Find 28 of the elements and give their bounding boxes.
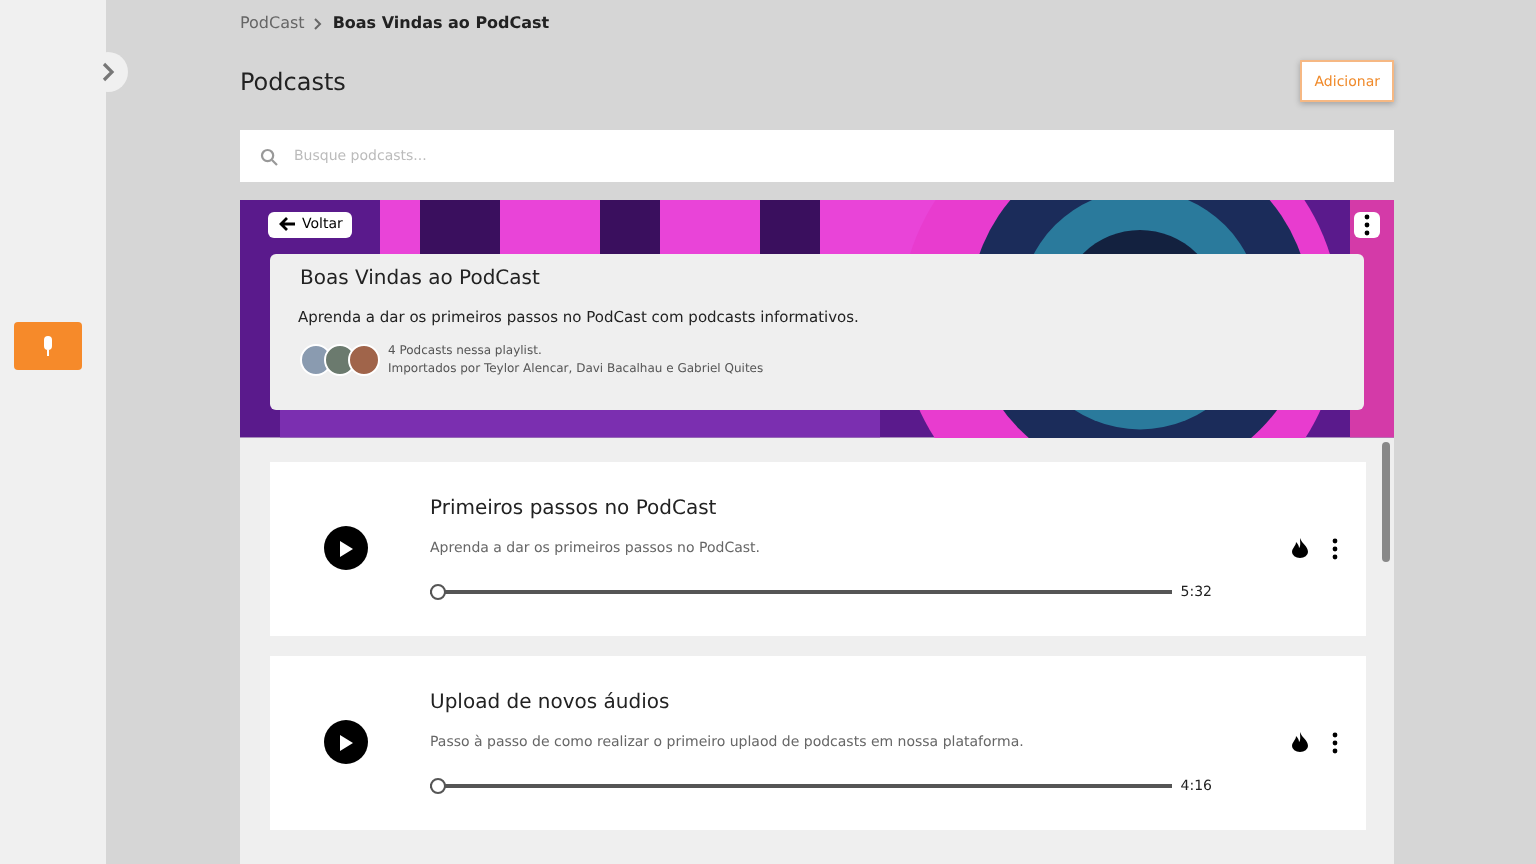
episode-title: Primeiros passos no PodCast [430, 497, 719, 520]
episode-title: Upload de novos áudios [430, 691, 672, 714]
more-button[interactable] [1332, 537, 1338, 560]
breadcrumb-link[interactable]: PodCast [240, 14, 305, 33]
page-title: Podcasts [240, 67, 346, 96]
scrollbar[interactable] [1382, 441, 1390, 562]
more-button[interactable] [1332, 731, 1338, 754]
play-icon [338, 733, 354, 752]
more-icon [1332, 731, 1338, 754]
arrow-left-icon [278, 216, 296, 233]
flame-button[interactable] [1292, 732, 1308, 753]
breadcrumb-link[interactable]: Boas Vindas ao PodCast [332, 14, 550, 33]
play-button[interactable] [324, 526, 368, 571]
playlist-title: Boas Vindas ao PodCast [300, 267, 542, 290]
more-button[interactable] [1354, 211, 1380, 238]
play-button[interactable] [324, 720, 368, 765]
flame-button[interactable] [1292, 538, 1308, 559]
chevron-right-icon [101, 62, 115, 82]
microphone-icon [41, 336, 53, 356]
play-icon [338, 539, 354, 558]
flame-icon [1292, 732, 1308, 753]
chevron-right-icon [314, 17, 323, 30]
more-icon [1332, 537, 1338, 560]
flame-icon [1292, 538, 1308, 559]
search-icon [260, 147, 278, 166]
slider-thumb[interactable] [430, 583, 446, 600]
more-icon [1364, 213, 1370, 236]
slider-thumb[interactable] [430, 777, 446, 794]
